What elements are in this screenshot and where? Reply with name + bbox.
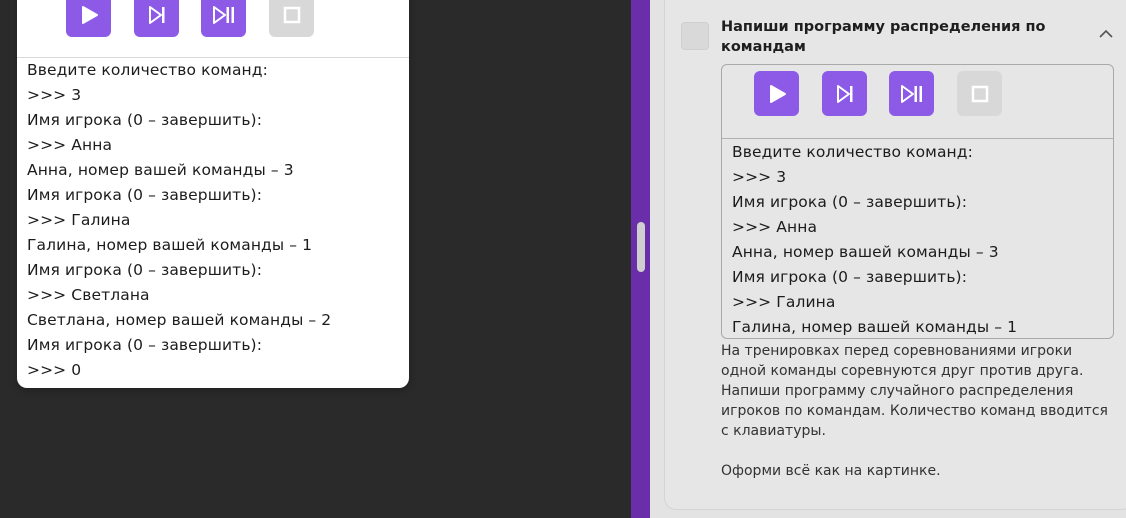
console-line: >>> Светлана [27, 286, 150, 304]
console-line: >>> Галина [732, 293, 836, 311]
step-button[interactable] [134, 0, 179, 37]
console-line: Имя игрока (0 – завершить): [732, 193, 968, 211]
console-line: >>> 0 [27, 361, 82, 379]
task-checkbox[interactable] [681, 22, 709, 50]
example-console-output: Введите количество команд: >>> 3 Имя игр… [732, 140, 1018, 338]
step-to-end-icon [212, 5, 234, 24]
play-icon [81, 5, 98, 24]
preview-popup: Введите количество команд: >>> 3 Имя игр… [17, 0, 409, 388]
console-line: Имя игрока (0 – завершить): [732, 268, 968, 286]
console-line: Имя игрока (0 – завершить): [27, 336, 263, 354]
task-description: На тренировках перед соревнованиями игро… [721, 341, 1111, 481]
resize-handle[interactable] [637, 222, 645, 272]
console-line: Галина, номер вашей команды – 1 [732, 318, 1018, 336]
console-line: >>> Анна [27, 136, 113, 154]
description-paragraph: На тренировках перед соревнованиями игро… [721, 343, 1108, 439]
popup-toolbar [17, 0, 409, 58]
console-line: Светлана, номер вашей команды – 2 [27, 311, 332, 329]
stop-button[interactable] [269, 0, 314, 37]
console-line: >>> 3 [27, 86, 82, 104]
console-line: >>> Анна [732, 218, 818, 236]
console-line: Введите количество команд: [27, 61, 268, 79]
console-line: Имя игрока (0 – завершить): [27, 111, 263, 129]
example-step-to-end-button[interactable] [889, 71, 934, 116]
run-button[interactable] [66, 0, 111, 37]
stop-icon [971, 85, 988, 102]
console-line: Введите количество команд: [732, 143, 973, 161]
step-to-end-button[interactable] [201, 0, 246, 37]
example-run-button[interactable] [754, 71, 799, 116]
console-line: Имя игрока (0 – завершить): [27, 261, 263, 279]
console-line: Анна, номер вашей команды – 3 [27, 161, 294, 179]
console-line: Галина, номер вашей команды – 1 [27, 236, 313, 254]
example-toolbar [722, 65, 1113, 139]
screen: Введите количество команд: >>> 3 Имя игр… [0, 0, 1126, 518]
step-icon [148, 5, 164, 24]
task-title: Напиши программу распределения по команд… [721, 19, 1046, 55]
console-line: >>> Галина [27, 211, 131, 229]
console-line: Анна, номер вашей команды – 3 [732, 243, 999, 261]
popup-console-output: Введите количество команд: >>> 3 Имя игр… [27, 58, 331, 383]
example-frame: Введите количество команд: >>> 3 Имя игр… [721, 64, 1114, 339]
example-stop-button[interactable] [957, 71, 1002, 116]
console-line: >>> 3 [732, 168, 787, 186]
step-to-end-icon [900, 84, 922, 103]
stop-icon [283, 6, 300, 23]
example-step-button[interactable] [822, 71, 867, 116]
chevron-up-icon[interactable] [1098, 26, 1114, 42]
description-note: Оформи всё как на картинке. [721, 463, 941, 479]
step-icon [836, 84, 852, 103]
console-line: Имя игрока (0 – завершить): [27, 186, 263, 204]
play-icon [769, 84, 786, 103]
